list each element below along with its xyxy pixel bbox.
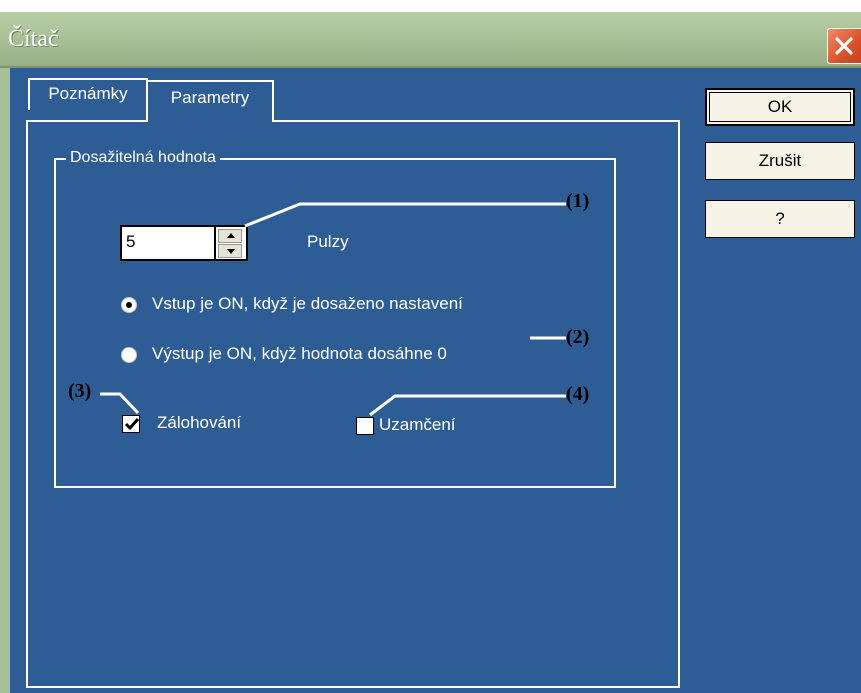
callout-line-3 [100,392,140,415]
callout-4: (4) [566,383,590,405]
cancel-button[interactable]: Zrušit [705,142,855,180]
callout-3: (3) [68,380,92,402]
tab-parametry-label: Parametry [170,88,250,107]
tab-parametry[interactable]: Parametry [146,80,274,124]
callout-line-4 [369,394,566,417]
callout-2: (2) [566,326,590,348]
callout-1: (1) [566,190,590,212]
help-button[interactable]: ? [705,200,855,238]
ok-button[interactable]: OK [705,88,855,126]
callout-line-1 [244,202,566,228]
